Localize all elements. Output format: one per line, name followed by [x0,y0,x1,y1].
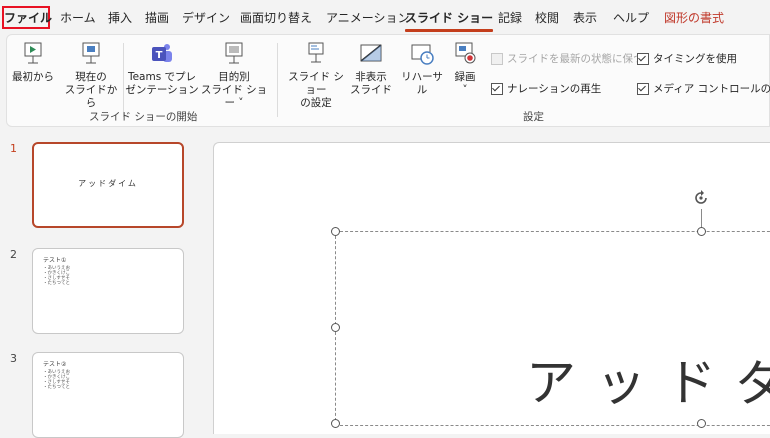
resize-handle[interactable] [697,227,706,236]
keep-slides-updated-label: スライドを最新の状態に保つ [507,53,644,65]
slide-thumbnail-pane: 1 アッドダイム 2 テスト① ・あいうえお ・かきくけこ ・さしすせそ ・たち… [0,130,205,438]
from-current-label-2: スライドから [64,84,118,109]
show-media-controls-label: メディア コントロールの表示 [653,83,770,95]
setup-show-label: スライド ショー [288,71,344,96]
rehearse-timings-button[interactable]: リハーサル [397,41,447,97]
ribbon-separator [123,43,124,117]
hide-slide-label-2: スライド [350,84,392,96]
keep-slides-updated-checkbox[interactable]: スライドを最新の状態に保つ [491,51,644,66]
resize-handle[interactable] [331,419,340,428]
slide-number: 1 [10,142,17,155]
play-narrations-checkbox[interactable]: ナレーションの再生 [491,81,601,96]
hide-slide-icon [349,41,393,67]
from-current-slide-button[interactable]: 現在の スライドから [63,41,119,110]
checkbox-box [637,52,649,65]
tab-slide-show[interactable]: スライド ショー [405,8,494,32]
from-beginning-label: 最初から [12,71,54,83]
play-from-current-icon [63,41,119,67]
rehearse-label: リハーサル [401,71,443,96]
ribbon-separator [277,43,278,117]
tab-view[interactable]: 表示 [573,8,597,28]
tab-shape-format[interactable]: 図形の書式 [664,8,724,28]
checkbox-box [491,52,503,65]
thumbnail-bullet: ・たちつてと [43,281,70,286]
rotate-handle-icon[interactable] [692,189,710,207]
custom-show-label: 目的別 [218,71,250,83]
tab-home[interactable]: ホーム [60,8,96,28]
tab-insert[interactable]: 挿入 [108,8,132,28]
teams-icon: T [125,41,199,67]
setup-show-label-2: の設定 [300,97,332,109]
setup-show-icon [283,41,349,67]
play-from-start-icon [9,41,57,67]
tab-record[interactable]: 記録 [498,8,522,28]
setup-slide-show-button[interactable]: スライド ショー の設定 [283,41,349,110]
use-timings-checkbox[interactable]: タイミングを使用 [637,51,737,66]
resize-handle[interactable] [331,323,340,332]
resize-handle[interactable] [331,227,340,236]
show-media-controls-checkbox[interactable]: メディア コントロールの表示 [637,81,770,96]
custom-show-label-2: スライド ショー ˅ [200,84,268,109]
tab-design[interactable]: デザイン [182,8,230,28]
record-icon [449,41,481,67]
thumbnail-title: テスト② [43,361,67,368]
thumbnail-bullets: ・あいうえお ・かきくけこ ・さしすせそ ・たちつてと [43,370,70,390]
tab-transitions[interactable]: 画面切り替え [240,8,312,28]
record-button[interactable]: 録画 ˅ [449,41,481,97]
tab-animations[interactable]: アニメーション [326,8,410,28]
record-label-2: ˅ [462,84,468,96]
checkbox-box [637,82,649,95]
svg-text:T: T [156,50,163,61]
slide-thumbnail-1[interactable]: アッドダイム [32,142,184,228]
hide-slide-label: 非表示 [355,71,387,83]
resize-handle[interactable] [697,419,706,428]
thumbnail-title: アッドダイム [78,179,138,188]
tab-draw[interactable]: 描画 [145,8,169,28]
hide-slide-button[interactable]: 非表示 スライド [349,41,393,97]
play-narrations-label: ナレーションの再生 [507,83,602,95]
present-in-teams-button[interactable]: T Teams でプレ ゼンテーション [125,41,199,97]
start-group-label: スライド ショーの開始 [89,111,198,123]
slide-number: 3 [10,352,17,365]
slide-number: 2 [10,248,17,261]
tab-file[interactable]: ファイル [2,6,52,29]
slide-thumbnail-2[interactable]: テスト① ・あいうえお ・かきくけこ ・さしすせそ ・たちつてと [32,248,184,334]
from-beginning-button[interactable]: 最初から [9,41,57,84]
slide-thumbnail-3[interactable]: テスト② ・あいうえお ・かきくけこ ・さしすせそ ・たちつてと [32,352,184,438]
thumbnail-bullet: ・たちつてと [43,385,70,390]
teams-label-2: ゼンテーション [125,84,199,96]
teams-label: Teams でプレ [127,71,197,83]
slide-title-text: アッドダ [526,354,770,412]
ribbon: 最初から 現在の スライドから T Teams でプレ ゼンテーション 目的別 … [6,34,770,127]
setup-group-label: 設定 [523,111,544,123]
slide-editing-canvas[interactable]: アッドダ [213,142,770,434]
checkbox-box [491,82,503,95]
ribbon-tab-bar: ファイル ホーム 挿入 描画 デザイン 画面切り替え アニメーション スライド … [0,0,770,34]
custom-slide-show-button[interactable]: 目的別 スライド ショー ˅ [199,41,269,110]
record-label: 録画 [454,71,476,83]
tab-review[interactable]: 校閲 [535,8,559,28]
custom-show-icon [199,41,269,67]
thumbnail-title: テスト① [43,257,67,264]
use-timings-label: タイミングを使用 [653,53,737,65]
rehearse-timings-icon [397,41,447,67]
tab-help[interactable]: ヘルプ [613,8,649,28]
from-current-label: 現在の [75,71,107,83]
thumbnail-bullets: ・あいうえお ・かきくけこ ・さしすせそ ・たちつてと [43,266,70,286]
